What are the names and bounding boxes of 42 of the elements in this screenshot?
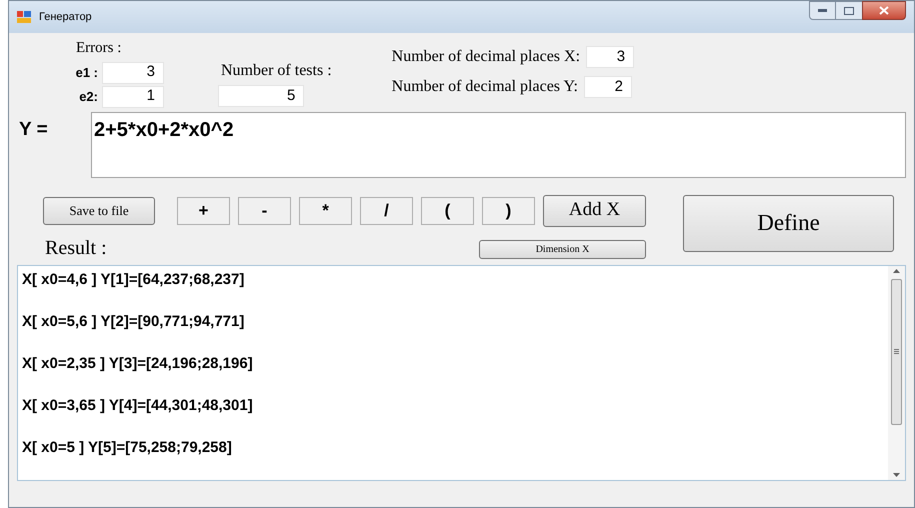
decimal-places-label: Number of decimal places X: xyxy=(392,47,580,67)
formula-field[interactable]: 2+5*x0+2*x0^2 xyxy=(91,112,906,178)
result-label: Result : xyxy=(45,236,107,260)
result-line: X[ x0=2,35 ] Y[3]=[24,196;28,196] xyxy=(22,354,254,374)
operator-button[interactable]: ) xyxy=(482,196,535,224)
add-x-button[interactable]: Add X xyxy=(543,194,646,226)
operator-button[interactable]: * xyxy=(299,196,352,224)
maximize-icon xyxy=(844,6,854,14)
operator-button[interactable]: - xyxy=(238,196,291,224)
minimize-button[interactable] xyxy=(809,1,836,20)
grip-icon xyxy=(894,349,899,354)
operator-button[interactable]: / xyxy=(360,196,413,224)
result-line: X[ x0=5,6 ] Y[2]=[90,771;94,771] xyxy=(22,312,246,332)
tests-field[interactable]: 5 xyxy=(218,85,304,107)
decimal-places-label: Number of decimal places Y: xyxy=(392,77,578,97)
operator-button[interactable]: ( xyxy=(421,196,474,224)
define-button[interactable]: Define xyxy=(683,194,894,252)
errors-label: Errors : xyxy=(76,39,122,58)
window-title: Генератор xyxy=(39,10,92,25)
result-line: X[ x0=5 ] Y[5]=[75,258;79,258] xyxy=(22,438,233,458)
formula-label: Y = xyxy=(19,118,49,142)
app-icon xyxy=(17,11,31,23)
error-label: e2: xyxy=(78,88,99,106)
error-label: e1 : xyxy=(74,64,99,82)
dimension-x-button[interactable]: Dimension X xyxy=(479,240,646,258)
scrollbar-thumb[interactable] xyxy=(891,278,902,424)
scroll-up-icon xyxy=(893,268,900,272)
error-field[interactable]: 3 xyxy=(102,62,164,84)
close-icon xyxy=(879,6,889,15)
decimal-places-field[interactable]: 2 xyxy=(584,76,632,98)
result-line: X[ x0=4,6 ] Y[1]=[64,237;68,237] xyxy=(22,270,246,290)
save-button[interactable]: Save to file xyxy=(43,196,155,224)
close-button[interactable] xyxy=(862,1,906,20)
minimize-icon xyxy=(818,9,827,12)
tests-label: Number of tests : xyxy=(221,61,332,81)
operator-button[interactable]: + xyxy=(177,196,230,224)
result-line: X[ x0=3,65 ] Y[4]=[44,301;48,301] xyxy=(22,396,254,416)
error-field[interactable]: 1 xyxy=(102,86,164,108)
decimal-places-field[interactable]: 3 xyxy=(586,46,634,68)
scrollbar[interactable] xyxy=(888,266,905,480)
maximize-button[interactable] xyxy=(836,1,862,20)
scroll-down-icon xyxy=(893,472,900,476)
